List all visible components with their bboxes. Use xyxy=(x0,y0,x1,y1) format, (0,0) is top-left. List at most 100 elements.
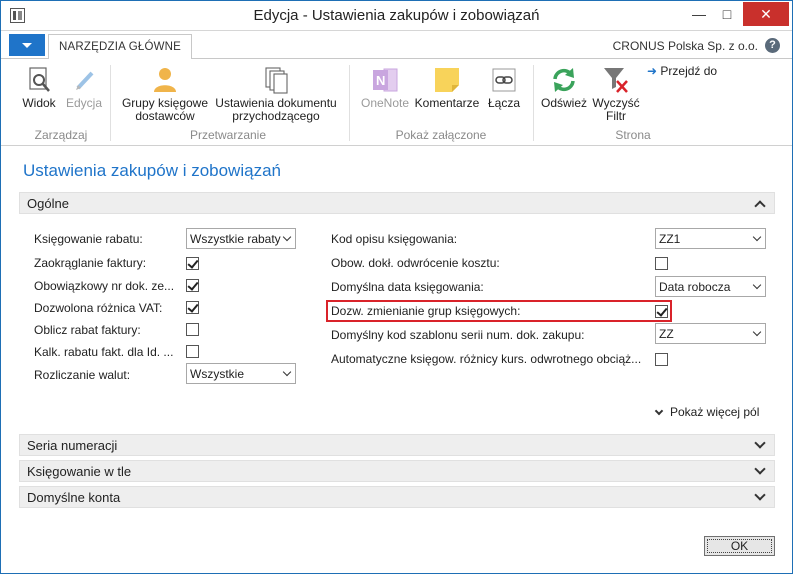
posting-description-code-value: ZZ1 xyxy=(659,232,681,246)
clear-filter-icon xyxy=(601,65,631,95)
chevron-down-icon xyxy=(654,406,664,416)
fasttab-general-label: Ogólne xyxy=(27,196,69,211)
allow-posting-group-change-label: Dozw. zmienianie grup księgowych: xyxy=(331,304,521,318)
calc-inv-discount-checkbox[interactable] xyxy=(186,323,199,336)
calc-inv-disc-per-vat-checkbox[interactable] xyxy=(186,345,199,358)
chevron-down-icon[interactable] xyxy=(754,463,766,475)
minimize-button[interactable]: — xyxy=(686,2,712,26)
allow-vat-difference-checkbox[interactable] xyxy=(186,301,199,314)
exact-cost-reversing-checkbox[interactable] xyxy=(655,257,668,270)
default-no-series-template-value: ZZ xyxy=(659,327,674,341)
vendor-groups-label-2: dostawców xyxy=(135,109,195,123)
ribbon-separator xyxy=(533,65,534,141)
ribbon-separator xyxy=(110,65,111,141)
company-name: CRONUS Polska Sp. z o.o. xyxy=(612,39,758,53)
page-title: Ustawienia zakupów i zobowiązań xyxy=(23,161,281,180)
onenote-icon: N xyxy=(370,65,400,95)
group-page-label: Strona xyxy=(615,128,651,142)
application-menu-button[interactable] xyxy=(9,34,45,56)
documents-icon xyxy=(261,65,291,95)
view-icon xyxy=(24,65,54,95)
help-icon[interactable]: ? xyxy=(765,38,780,53)
group-processing-label: Przetwarzanie xyxy=(189,128,267,142)
invoice-rounding-label: Zaokrąglanie faktury: xyxy=(34,256,147,270)
incoming-doc-setup-button[interactable]: Ustawienia dokumentu przychodzącego xyxy=(213,59,339,123)
ribbon-tabs: NARZĘDZIA GŁÓWNE CRONUS Polska Sp. z o.o… xyxy=(1,31,792,60)
show-more-fields-link[interactable]: Pokaż więcej pól xyxy=(654,405,760,419)
comments-button[interactable]: Komentarze xyxy=(414,59,480,110)
chevron-down-icon xyxy=(752,280,762,290)
link-icon xyxy=(489,65,519,95)
discount-posting-select[interactable]: Wszystkie rabaty xyxy=(186,228,296,249)
calc-inv-discount-label: Oblicz rabat faktury: xyxy=(34,323,141,337)
exact-cost-reversing-label: Obow. dokł. odwrócenie kosztu: xyxy=(331,256,500,270)
invoice-rounding-checkbox[interactable] xyxy=(186,257,199,270)
onenote-button[interactable]: N OneNote xyxy=(356,59,414,110)
ok-button[interactable]: OK xyxy=(704,536,775,556)
vendor-posting-groups-button[interactable]: Grupy księgowe dostawców xyxy=(117,59,213,123)
view-button[interactable]: Widok xyxy=(15,59,63,110)
group-attached-label: Pokaż załączone xyxy=(395,128,487,142)
appln-between-currencies-value: Wszystkie xyxy=(190,367,244,381)
view-label: Widok xyxy=(22,96,56,110)
tab-home[interactable]: NARZĘDZIA GŁÓWNE xyxy=(48,34,193,60)
window: Edycja - Ustawienia zakupów i zobowiązań… xyxy=(0,0,793,574)
fasttab-default-accounts-label: Domyślne konta xyxy=(27,490,121,505)
arrow-right-icon: ➜ xyxy=(647,64,658,78)
default-posting-date-label: Domyślna data księgowania: xyxy=(331,280,484,294)
allow-posting-group-change-checkbox[interactable] xyxy=(655,305,668,318)
clear-filter-button[interactable]: Wyczyść Filtr xyxy=(589,59,643,123)
edit-pencil-icon xyxy=(69,65,99,95)
appln-between-currencies-label: Rozliczanie walut: xyxy=(34,368,131,382)
allow-vat-difference-label: Dozwolona różnica VAT: xyxy=(34,301,163,315)
chevron-down-icon[interactable] xyxy=(754,437,766,449)
doc-setup-label-2: przychodzącego xyxy=(232,109,320,123)
default-posting-date-select[interactable]: Data robocza xyxy=(655,276,766,297)
show-more-label: Pokaż więcej pól xyxy=(670,405,760,419)
calc-inv-disc-per-vat-label: Kalk. rabatu fakt. dla Id. ... xyxy=(34,345,174,359)
ext-doc-no-mandatory-label: Obowiązkowy nr dok. ze... xyxy=(34,279,175,293)
fasttab-background-posting[interactable]: Księgowanie w tle xyxy=(19,460,775,482)
fasttab-background-posting-label: Księgowanie w tle xyxy=(27,464,132,479)
chevron-down-icon xyxy=(282,232,292,242)
title-bar: Edycja - Ustawienia zakupów i zobowiązań… xyxy=(1,1,792,31)
discount-posting-value: Wszystkie rabaty xyxy=(190,232,281,246)
appln-between-currencies-select[interactable]: Wszystkie xyxy=(186,363,296,384)
auto-post-reverse-charge-checkbox[interactable] xyxy=(655,353,668,366)
close-button[interactable]: ✕ xyxy=(743,2,789,26)
links-button[interactable]: Łącza xyxy=(483,59,525,110)
default-no-series-template-label: Domyślny kod szablonu serii num. dok. za… xyxy=(331,328,585,342)
fasttab-default-accounts[interactable]: Domyślne konta xyxy=(19,486,775,508)
fasttab-numbering[interactable]: Seria numeracji xyxy=(19,434,775,456)
chevron-down-icon[interactable] xyxy=(754,489,766,501)
edit-button[interactable]: Edycja xyxy=(64,59,104,110)
chevron-down-icon xyxy=(752,232,762,242)
chevron-up-icon[interactable] xyxy=(754,200,766,212)
person-icon xyxy=(150,65,180,95)
goto-button[interactable]: ➜ Przejdź do xyxy=(647,65,727,78)
links-label: Łącza xyxy=(487,96,521,110)
auto-post-reverse-charge-label: Automatyczne księgow. różnicy kurs. odwr… xyxy=(331,352,642,366)
onenote-label: OneNote xyxy=(360,96,410,110)
refresh-button[interactable]: Odśwież xyxy=(539,59,589,110)
goto-label: Przejdź do xyxy=(660,64,718,78)
posting-description-code-label: Kod opisu księgowania: xyxy=(331,232,458,246)
ribbon: Widok Edycja Zarządzaj Grupy księgowe do… xyxy=(1,59,792,146)
fasttab-general[interactable]: Ogólne xyxy=(19,192,775,214)
discount-posting-label: Księgowanie rabatu: xyxy=(34,232,143,246)
chevron-down-icon xyxy=(282,367,292,377)
ext-doc-no-mandatory-checkbox[interactable] xyxy=(186,279,199,292)
refresh-label: Odśwież xyxy=(540,96,587,110)
sticky-note-icon xyxy=(432,65,462,95)
refresh-icon xyxy=(549,65,579,95)
maximize-button[interactable]: □ xyxy=(714,2,740,26)
default-posting-date-value: Data robocza xyxy=(659,280,731,294)
edit-label: Edycja xyxy=(65,96,103,110)
clear-filter-label-2: Filtr xyxy=(606,109,626,123)
window-title: Edycja - Ustawienia zakupów i zobowiązań xyxy=(253,7,540,24)
ribbon-separator xyxy=(349,65,350,141)
posting-description-code-select[interactable]: ZZ1 xyxy=(655,228,766,249)
group-manage-label: Zarządzaj xyxy=(34,128,88,142)
default-no-series-template-select[interactable]: ZZ xyxy=(655,323,766,344)
chevron-down-icon xyxy=(752,327,762,337)
